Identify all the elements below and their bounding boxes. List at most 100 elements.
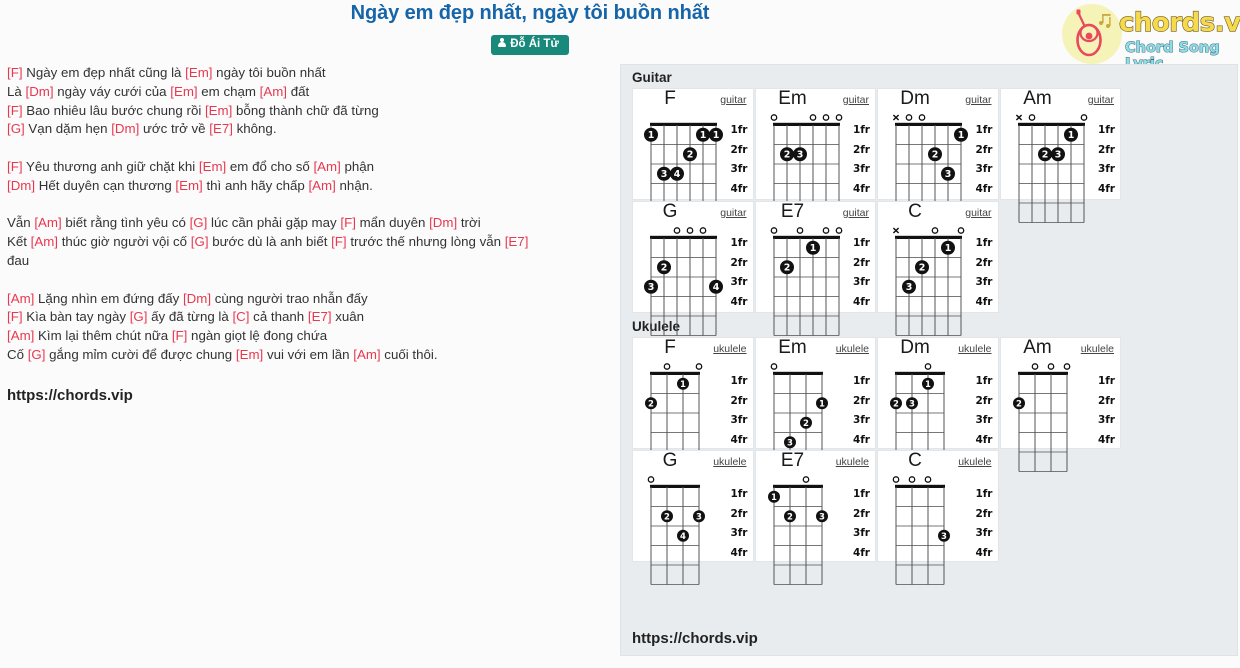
fretboard-diagram: 2 34	[641, 475, 711, 594]
chord-token[interactable]: [E7]	[308, 309, 332, 324]
chord-instrument-link[interactable]: ukulele	[713, 343, 746, 355]
chord-token[interactable]: [F]	[172, 328, 188, 343]
svg-text:2: 2	[664, 512, 670, 522]
chord-box-guitar-Em[interactable]: Em guitar 2 3 1fr 2fr 3fr 4fr	[754, 88, 876, 223]
chord-box-guitar-Dm[interactable]: Dm guitar 1 2 3 1fr 2fr 3fr 4fr	[877, 88, 999, 223]
chord-token[interactable]: [Am]	[353, 347, 380, 362]
fret-number-labels: 1fr 2fr 3fr 4fr	[730, 372, 747, 450]
lyric-text: Kìa bàn tay ngày	[22, 309, 130, 325]
chord-token[interactable]: [G]	[190, 215, 208, 230]
fret-label: 1fr	[730, 375, 748, 387]
lyric-text: Vẫn	[7, 215, 35, 231]
chord-token[interactable]: [Em]	[170, 84, 197, 99]
chord-instrument-link[interactable]: guitar	[1088, 94, 1114, 106]
chord-token[interactable]: [Em]	[236, 347, 263, 362]
chord-box-guitar-F[interactable]: Fguitar 1 2 3 4 1 1 1fr 2fr 3fr 4fr	[632, 88, 754, 223]
fret-label: 2fr	[852, 256, 870, 269]
chord-box-guitar-C[interactable]: Cguitar 1 2 3 1fr 2fr 3fr 4fr	[877, 201, 999, 336]
chord-instrument-link[interactable]: ukulele	[836, 456, 869, 468]
chord-token[interactable]: [Dm]	[111, 121, 139, 136]
chord-token[interactable]: [F]	[7, 103, 23, 118]
chord-token[interactable]: [F]	[7, 65, 23, 80]
chord-instrument-link[interactable]: ukulele	[836, 343, 869, 355]
fretboard-diagram: 12	[764, 226, 851, 345]
chord-instrument-link[interactable]: guitar	[965, 94, 991, 106]
chord-box-ukulele-G[interactable]: Gukulele 2 3 4 1fr 2fr 3fr 4fr	[632, 450, 754, 585]
lyric-line: Kết [Am] thúc giờ người vội cố [G] bước …	[7, 233, 607, 252]
svg-text:3: 3	[819, 512, 825, 522]
fret-label: 2fr	[975, 143, 993, 156]
chord-instrument-link[interactable]: ukulele	[713, 456, 746, 468]
chord-instrument-link[interactable]: ukulele	[1081, 343, 1114, 355]
chord-box-guitar-E7[interactable]: E7 guitar 1 2 1fr 2fr 3fr 4fr	[754, 201, 876, 336]
chord-instrument-link[interactable]: guitar	[843, 94, 869, 106]
fret-number-labels: 1fr 2fr 3fr 4fr	[1098, 121, 1115, 199]
chord-instrument-link[interactable]: ukulele	[958, 456, 991, 468]
fret-label: 4fr	[975, 433, 993, 446]
lyric-line: đau	[7, 252, 607, 271]
chord-box-guitar-Am[interactable]: Am guitar 1 2 3 1fr 2fr 3fr 4fr	[999, 88, 1121, 223]
chord-box-guitar-G[interactable]: Gguitar 2 3 4 1fr 2fr 3fr 4fr	[632, 201, 754, 336]
lyric-line: Vẫn [Am] biết rằng tình yêu có [G] lúc c…	[7, 214, 607, 233]
chord-token[interactable]: [F]	[7, 309, 23, 324]
chord-token[interactable]: [G]	[191, 234, 209, 249]
site-logo[interactable]: chords.vip Chord Song Lyric	[1057, 3, 1240, 73]
chord-instrument-link[interactable]: guitar	[720, 207, 746, 219]
lyric-blank-line	[7, 271, 607, 290]
svg-text:3: 3	[906, 282, 913, 293]
chord-name-label: C	[908, 450, 922, 471]
chord-token[interactable]: [Em]	[205, 103, 232, 118]
chord-instrument-link[interactable]: guitar	[965, 207, 991, 219]
chord-box-ukulele-Dm[interactable]: Dm ukulele 1 2 3 1fr 2fr 3fr 4fr	[877, 337, 999, 472]
panel-footer-url[interactable]: https://chords.vip	[632, 630, 758, 647]
chord-token[interactable]: [G]	[130, 309, 148, 324]
chord-box-ukulele-Em[interactable]: Em ukulele 1 2 3 1fr 2fr 3fr 4fr	[754, 337, 876, 472]
chord-instrument-link[interactable]: guitar	[843, 207, 869, 219]
fret-label: 4fr	[852, 295, 870, 308]
fretboard-diagram: 1 23	[886, 226, 973, 345]
svg-text:1: 1	[958, 130, 965, 141]
lyric-text: gắng mỉm cười để được chung	[45, 346, 236, 362]
lyric-text: không.	[232, 121, 277, 137]
chord-token[interactable]: [G]	[7, 121, 25, 136]
chord-token[interactable]: [Am]	[31, 234, 58, 249]
lyric-text: vui với em lần	[263, 346, 354, 362]
fret-label: 1fr	[975, 124, 993, 136]
chord-instrument-link[interactable]: guitar	[720, 94, 746, 106]
chord-token[interactable]: [Em]	[175, 178, 202, 193]
chord-token[interactable]: [Am]	[7, 291, 34, 306]
chord-token[interactable]: [Am]	[7, 328, 34, 343]
chord-token[interactable]: [E7]	[505, 234, 529, 249]
chord-token[interactable]: [Am]	[34, 215, 61, 230]
chord-token[interactable]: [E7]	[209, 121, 233, 136]
chord-token[interactable]: [Em]	[185, 65, 212, 80]
chord-token[interactable]: [Em]	[199, 159, 226, 174]
chord-token[interactable]: [Am]	[260, 84, 287, 99]
chord-token[interactable]: [F]	[331, 234, 347, 249]
fret-number-labels: 1fr 2fr 3fr 4fr	[975, 121, 992, 199]
lyric-line: [F] Yêu thương anh giữ chặt khi [Em] em …	[7, 158, 607, 177]
chord-token[interactable]: [Dm]	[7, 178, 35, 193]
fret-label: 2fr	[730, 394, 748, 407]
chord-token[interactable]: [G]	[28, 347, 46, 362]
chord-box-ukulele-F[interactable]: Fukulele 1 2 1fr 2fr 3fr 4fr	[632, 337, 754, 472]
chord-token[interactable]: [Dm]	[183, 291, 211, 306]
author-pill[interactable]: Đỗ Ái Tử	[491, 35, 569, 55]
chord-token[interactable]: [F]	[7, 159, 23, 174]
chord-box-ukulele-E7[interactable]: E7 ukulele 1 2 3 1fr 2fr 3fr 4fr	[754, 450, 876, 585]
lyrics-footer-url[interactable]: https://chords.vip	[7, 387, 133, 404]
lyric-text: cùng người trao nhẫn đấy	[211, 290, 368, 306]
chord-instrument-link[interactable]: ukulele	[958, 343, 991, 355]
lyric-text: Là	[7, 83, 26, 99]
lyric-text: Kết	[7, 234, 31, 250]
chord-box-ukulele-C[interactable]: Cukulele 3 1fr 2fr 3fr 4fr	[877, 450, 999, 585]
chord-token[interactable]: [Am]	[308, 178, 335, 193]
chord-token[interactable]: [F]	[340, 215, 356, 230]
fret-number-labels: 1fr 2fr 3fr 4fr	[853, 485, 870, 563]
chord-token[interactable]: [Dm]	[429, 215, 457, 230]
fret-label: 2fr	[975, 256, 993, 269]
chord-box-ukulele-Am[interactable]: Am ukulele 2 1fr 2fr 3fr 4fr	[999, 337, 1121, 472]
chord-token[interactable]: [Am]	[313, 159, 340, 174]
chord-token[interactable]: [Dm]	[26, 84, 54, 99]
chord-token[interactable]: [C]	[232, 309, 249, 324]
